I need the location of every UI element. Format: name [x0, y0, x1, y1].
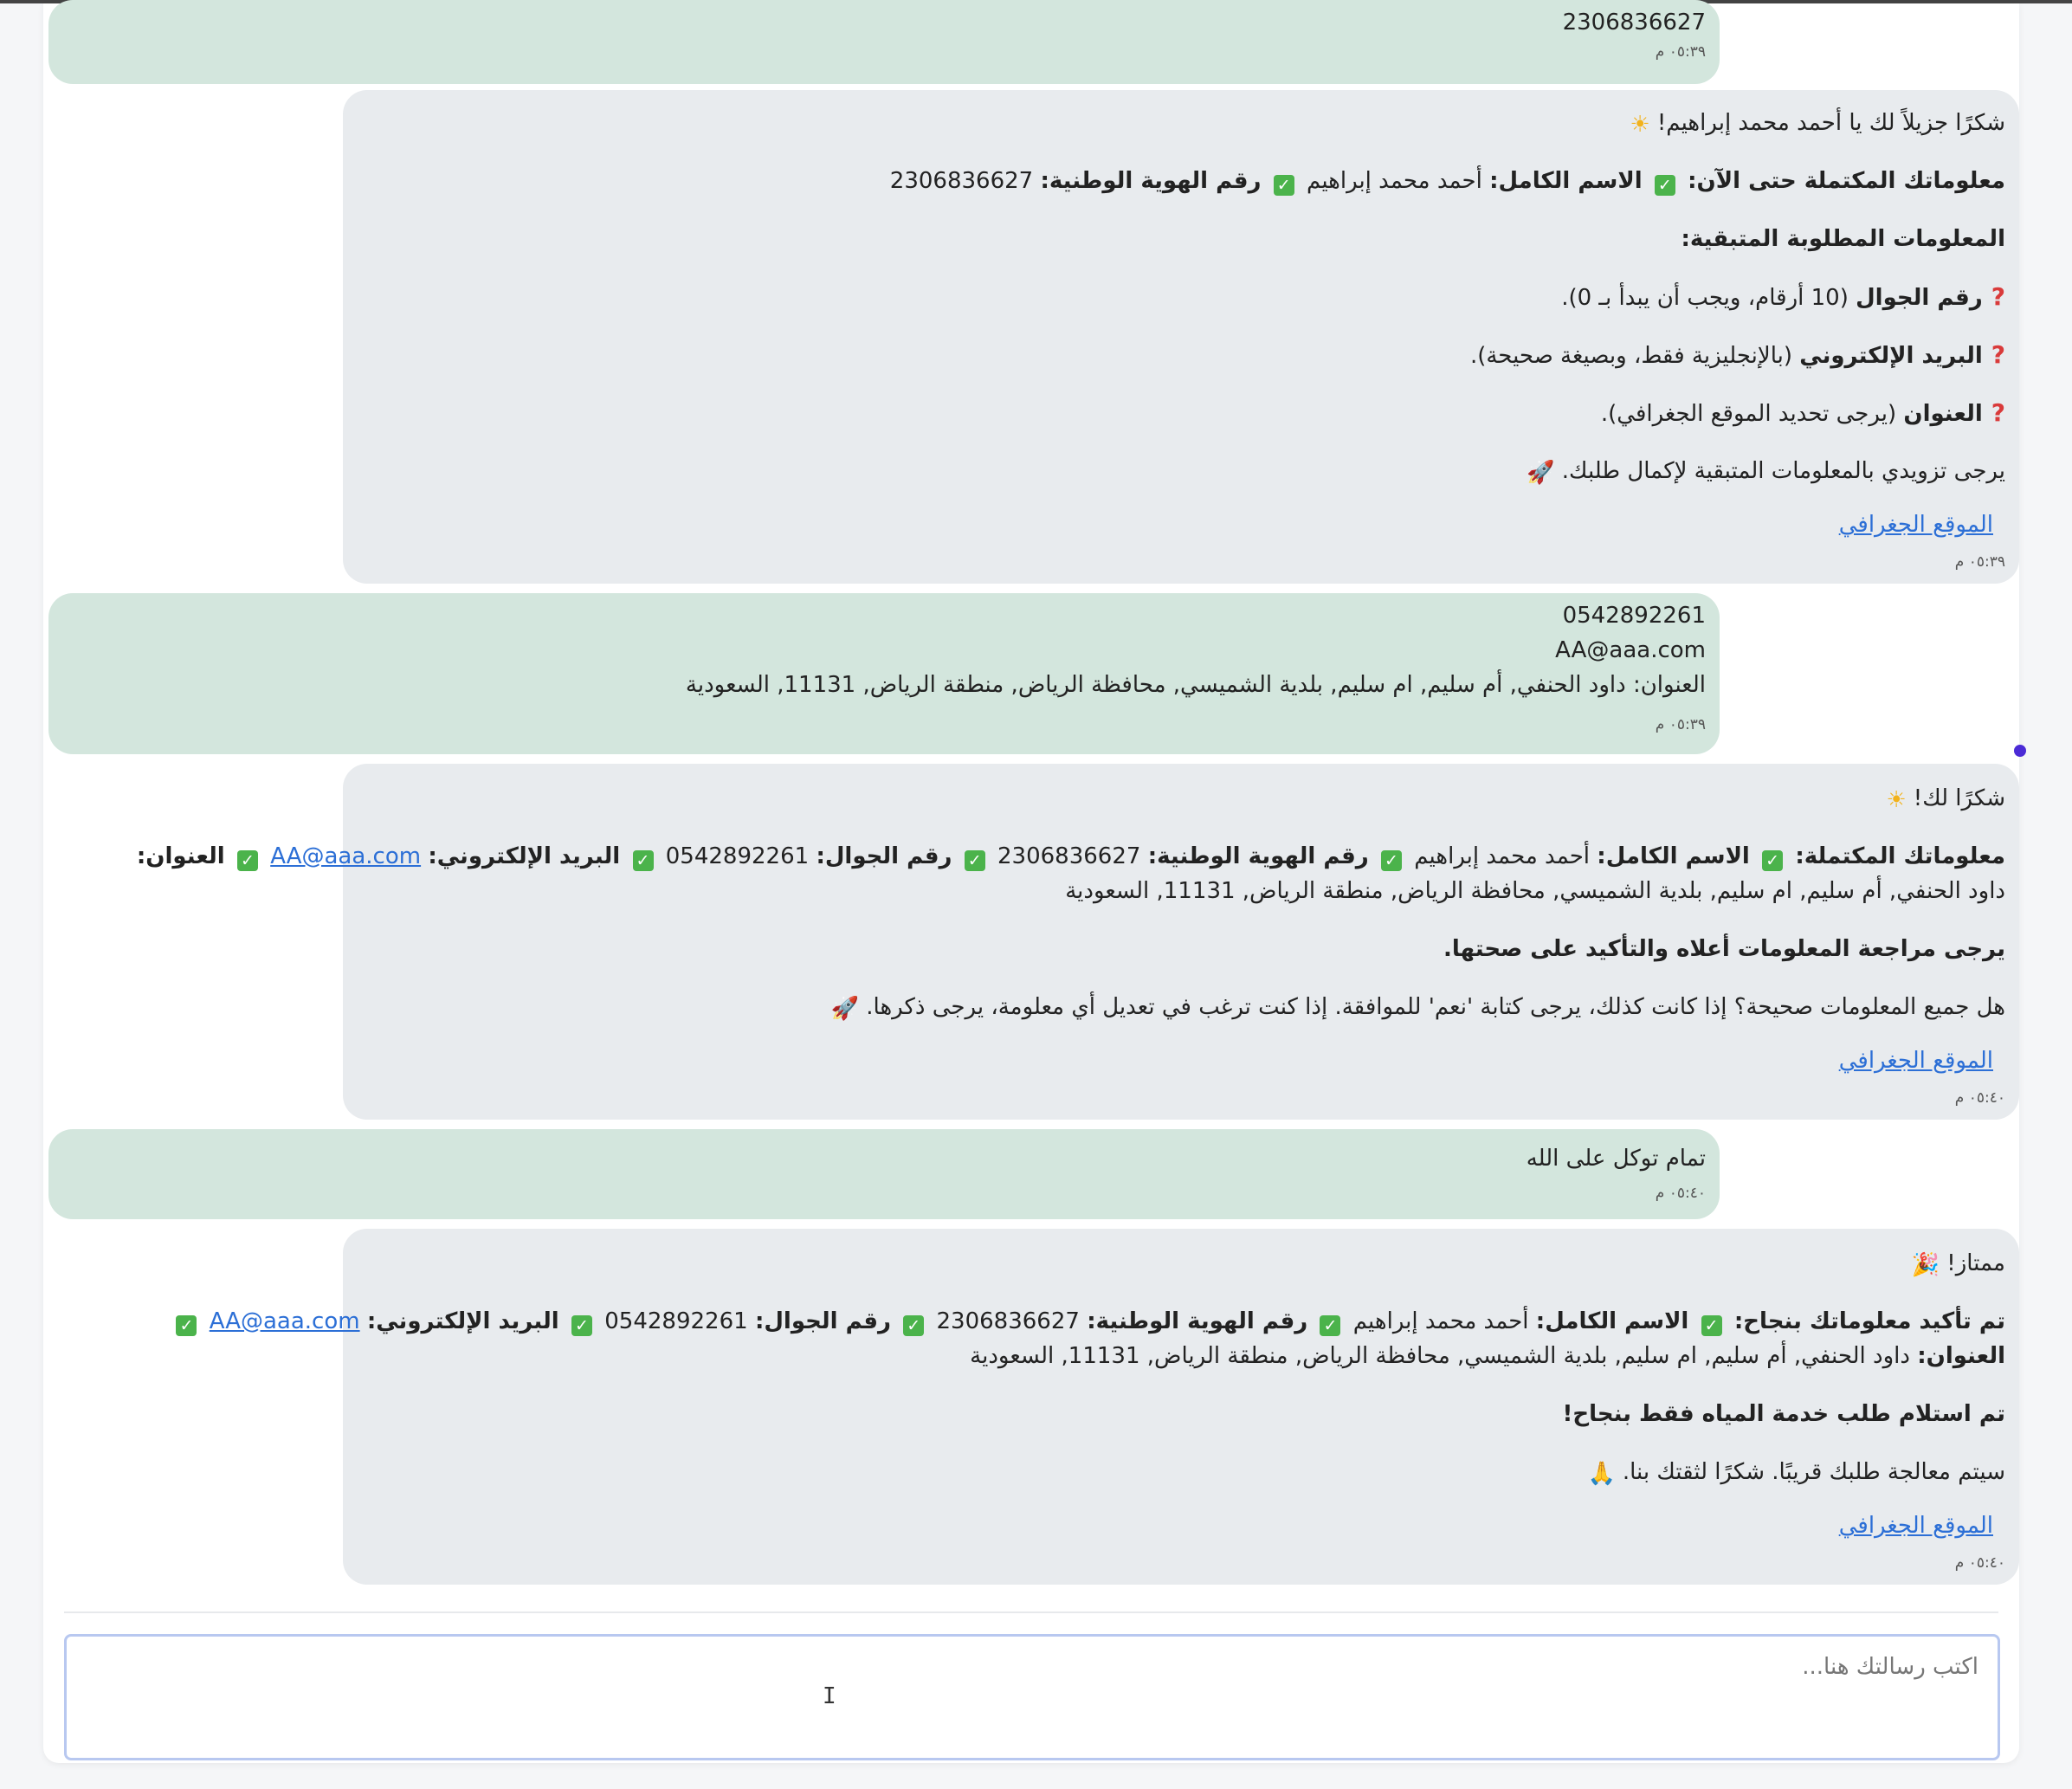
check-icon: ✓ — [1701, 1315, 1722, 1336]
greeting-line: شكرًا لك!☀ — [1879, 781, 2005, 817]
received-line: تم استلام طلب خدمة المياه فقط بنجاح! — [1562, 1401, 2005, 1427]
text-cursor-icon: I — [823, 1683, 836, 1709]
message-time: ٠٥:٤٠ م — [1954, 1554, 2005, 1572]
sun-icon: ☀ — [1886, 787, 1907, 813]
check-icon: ✓ — [632, 850, 654, 871]
message-time: ٠٥:٣٩ م — [1655, 43, 1706, 61]
email-link[interactable]: AA@aaa.com — [210, 1308, 360, 1334]
check-icon: ✓ — [1380, 850, 1402, 871]
user-message: 0542892261 AA@aaa.com العنوان: داود الحن… — [48, 593, 1720, 754]
question-line: هل جميع المعلومات صحيحة؟ إذا كانت كذلك، … — [824, 990, 2005, 1026]
user-message: تمام توكل على الله ٠٥:٤٠ م — [48, 1129, 1720, 1219]
check-icon: ✓ — [964, 850, 985, 871]
email-link[interactable]: AA@aaa.com — [270, 843, 421, 869]
map-link[interactable]: الموقع الجغرافي — [1839, 1048, 1993, 1074]
message-text: AA@aaa.com — [1555, 637, 1706, 663]
map-link[interactable]: الموقع الجغرافي — [1839, 512, 1993, 538]
check-icon: ✓ — [1762, 850, 1784, 871]
message-time: ٠٥:٣٩ م — [1954, 553, 2005, 571]
question-icon: ? — [1991, 398, 2005, 427]
remaining-item-address: ?العنوان (يرجى تحديد الموقع الجغرافي). — [1600, 398, 2005, 427]
question-icon: ? — [1991, 282, 2005, 311]
message-input[interactable] — [64, 1634, 2000, 1760]
typing-indicator-dot — [2014, 745, 2026, 757]
closing-line: يرجى تزويدي بالمعلومات المتبقية لإكمال ط… — [1520, 454, 2005, 490]
question-icon: ? — [1991, 340, 2005, 369]
map-link[interactable]: الموقع الجغرافي — [1839, 1513, 1993, 1539]
message-time: ٠٥:٤٠ م — [1954, 1089, 2005, 1107]
info-line: معلوماتك المكتملة: ✓ الاسم الكامل: أحمد … — [136, 843, 2005, 871]
remaining-heading: المعلومات المطلوبة المتبقية: — [1681, 226, 2006, 252]
check-icon: ✓ — [1320, 1315, 1341, 1336]
closing-line: سيتم معالجة طلبك قريبًا. شكرًا لثقتك بنا… — [1580, 1455, 2005, 1491]
check-icon: ✓ — [1273, 175, 1294, 196]
remaining-item-phone: ?رقم الجوال (10 أرقام، ويجب أن يبدأ بـ 0… — [1561, 282, 2005, 311]
review-line: يرجى مراجعة المعلومات أعلاه والتأكيد على… — [1443, 936, 2005, 962]
composer-divider — [64, 1611, 1998, 1613]
greeting-line: شكرًا جزيلاً لك يا أحمد محمد إبراهيم!☀ — [1623, 106, 2005, 142]
check-icon: ✓ — [571, 1315, 592, 1336]
rocket-icon: 🚀 — [830, 996, 860, 1022]
sun-icon: ☀ — [1630, 112, 1650, 138]
message-text: 0542892261 — [1562, 603, 1706, 629]
address-value: داود الحنفي, أم سليم, ام سليم, بلدية الش… — [1065, 878, 2005, 904]
remaining-item-email: ?البريد الإلكتروني (بالإنجليزية فقط، وبص… — [1469, 340, 2005, 369]
address-line: العنوان: داود الحنفي, أم سليم, ام سليم, … — [970, 1343, 2005, 1369]
info-line: معلوماتك المكتملة حتى الآن: ✓ الاسم الكا… — [889, 168, 2005, 196]
bot-message: ممتاز!🎉 تم تأكيد معلوماتك بنجاح: ✓ الاسم… — [176, 1229, 2019, 1585]
rocket-icon: 🚀 — [1527, 460, 1555, 486]
message-text: العنوان: داود الحنفي, أم سليم, ام سليم, … — [685, 672, 1706, 698]
message-time: ٠٥:٤٠ م — [1655, 1185, 1706, 1202]
bot-message: شكرًا لك!☀ معلوماتك المكتملة: ✓ الاسم ال… — [137, 764, 2019, 1120]
chat-panel: 2306836627 ٠٥:٣٩ م شكرًا جزيلاً لك يا أح… — [43, 0, 2026, 1763]
greeting-line: ممتاز!🎉 — [1905, 1246, 2005, 1282]
message-time: ٠٥:٣٩ م — [1655, 716, 1706, 733]
user-message: 2306836627 ٠٥:٣٩ م — [48, 0, 1720, 84]
bot-message: شكرًا جزيلاً لك يا أحمد محمد إبراهيم!☀ م… — [343, 90, 2019, 584]
check-icon: ✓ — [903, 1315, 925, 1336]
check-icon: ✓ — [176, 1315, 197, 1336]
party-popper-icon: 🎉 — [1911, 1252, 1940, 1278]
praying-hands-icon: 🙏 — [1587, 1461, 1616, 1487]
message-text: تمام توكل على الله — [1526, 1146, 1706, 1172]
check-icon: ✓ — [1654, 175, 1675, 196]
message-text: 2306836627 — [1562, 10, 1706, 36]
info-line: تم تأكيد معلوماتك بنجاح: ✓ الاسم الكامل:… — [171, 1304, 2005, 1339]
check-icon: ✓ — [236, 850, 258, 871]
